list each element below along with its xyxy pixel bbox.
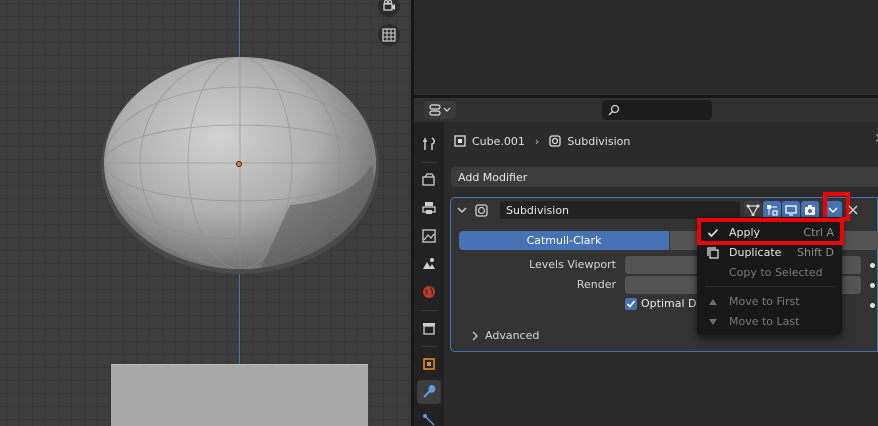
keyframe-dot-icon[interactable] bbox=[870, 283, 875, 288]
breadcrumb-modifier: Subdivision bbox=[567, 134, 631, 148]
menu-separator bbox=[705, 286, 834, 287]
tab-object[interactable] bbox=[417, 352, 441, 376]
optimal-display-label: Optimal Dis bbox=[641, 297, 706, 310]
tab-collection[interactable] bbox=[417, 316, 441, 340]
tab-tool[interactable] bbox=[417, 132, 441, 156]
tab-world[interactable] bbox=[417, 280, 441, 304]
breadcrumb: Cube.001 › Subdivision bbox=[454, 133, 630, 149]
advanced-label: Advanced bbox=[485, 329, 540, 342]
add-modifier-button[interactable]: Add Modifier bbox=[451, 167, 878, 187]
option-catmull-clark-label: Catmull-Clark bbox=[526, 234, 602, 247]
modifier-name-text: Subdivision bbox=[506, 203, 570, 217]
properties-tab-strip bbox=[414, 122, 444, 426]
modifier-subdivision-icon bbox=[549, 135, 561, 147]
search-field[interactable] bbox=[602, 100, 712, 120]
keyframe-dot-icon[interactable] bbox=[870, 303, 875, 308]
move-to-first-menu-item[interactable]: Move to First bbox=[697, 292, 842, 312]
option-catmull-clark[interactable]: Catmull-Clark bbox=[459, 231, 669, 250]
triangle-down-icon bbox=[707, 316, 719, 328]
tab-view-layer[interactable] bbox=[417, 224, 441, 248]
grid-icon bbox=[382, 28, 396, 42]
keyframe-dot-icon[interactable] bbox=[870, 263, 875, 268]
editmode-icon bbox=[767, 205, 778, 216]
wrench-icon bbox=[423, 385, 436, 398]
camera-icon bbox=[805, 205, 815, 215]
copy-to-selected-label: Copy to Selected bbox=[729, 266, 823, 279]
camera-icon bbox=[383, 0, 395, 11]
breadcrumb-object: Cube.001 bbox=[472, 134, 525, 148]
editor-type-dropdown[interactable] bbox=[424, 101, 456, 119]
collection-icon bbox=[423, 323, 435, 335]
checkmark-icon bbox=[626, 300, 636, 308]
breadcrumb-chevron-icon: › bbox=[534, 134, 540, 148]
properties-editor-icon bbox=[429, 104, 451, 116]
cube-object[interactable] bbox=[111, 364, 368, 426]
move-to-last-menu-item[interactable]: Move to Last bbox=[697, 312, 842, 332]
object-icon bbox=[423, 358, 435, 370]
collapse-chevron-icon[interactable] bbox=[457, 205, 467, 215]
object-origin bbox=[236, 161, 242, 167]
ortho-toggle-button[interactable] bbox=[378, 24, 400, 46]
optimal-display-checkbox[interactable] bbox=[625, 298, 637, 310]
advanced-subpanel-header[interactable]: Advanced bbox=[471, 329, 539, 342]
vertex-triangle-icon bbox=[746, 204, 760, 216]
scene-icon bbox=[423, 258, 435, 269]
chevron-right-icon bbox=[472, 331, 478, 340]
move-to-first-label: Move to First bbox=[729, 295, 800, 308]
timeline-area[interactable] bbox=[414, 0, 878, 95]
levels-viewport-label: Levels Viewport bbox=[529, 258, 616, 271]
tab-scene[interactable] bbox=[417, 252, 441, 276]
tab-modifiers[interactable] bbox=[417, 380, 441, 404]
duplicate-menu-item[interactable]: Duplicate Shift D bbox=[697, 243, 842, 263]
triangle-up-icon bbox=[707, 296, 719, 308]
tab-output[interactable] bbox=[417, 196, 441, 220]
image-icon bbox=[422, 229, 436, 243]
tab-particles[interactable] bbox=[417, 408, 441, 426]
highlight-box-apply bbox=[697, 218, 844, 245]
subdivision-icon bbox=[475, 204, 488, 217]
particles-icon bbox=[423, 414, 435, 426]
add-modifier-label: Add Modifier bbox=[458, 170, 528, 184]
tab-render[interactable] bbox=[417, 168, 441, 192]
duplicate-icon bbox=[707, 247, 719, 259]
move-to-last-label: Move to Last bbox=[729, 315, 800, 328]
close-icon[interactable] bbox=[848, 205, 858, 215]
duplicate-shortcut: Shift D bbox=[797, 246, 834, 259]
properties-header bbox=[414, 98, 878, 122]
monitor-icon bbox=[785, 205, 797, 216]
object-data-icon bbox=[454, 135, 466, 147]
render-icon bbox=[422, 173, 435, 186]
search-icon bbox=[608, 104, 620, 116]
3d-viewport[interactable] bbox=[0, 0, 411, 426]
printer-icon bbox=[422, 202, 436, 214]
subdivided-sphere-mesh[interactable] bbox=[0, 0, 411, 300]
copy-to-selected-menu-item[interactable]: Copy to Selected bbox=[697, 263, 842, 283]
world-icon bbox=[423, 286, 435, 298]
duplicate-label: Duplicate bbox=[729, 246, 782, 259]
tool-icon bbox=[423, 137, 435, 150]
render-levels-label: Render bbox=[576, 278, 616, 291]
pin-icon[interactable]: ✕ bbox=[874, 131, 878, 147]
